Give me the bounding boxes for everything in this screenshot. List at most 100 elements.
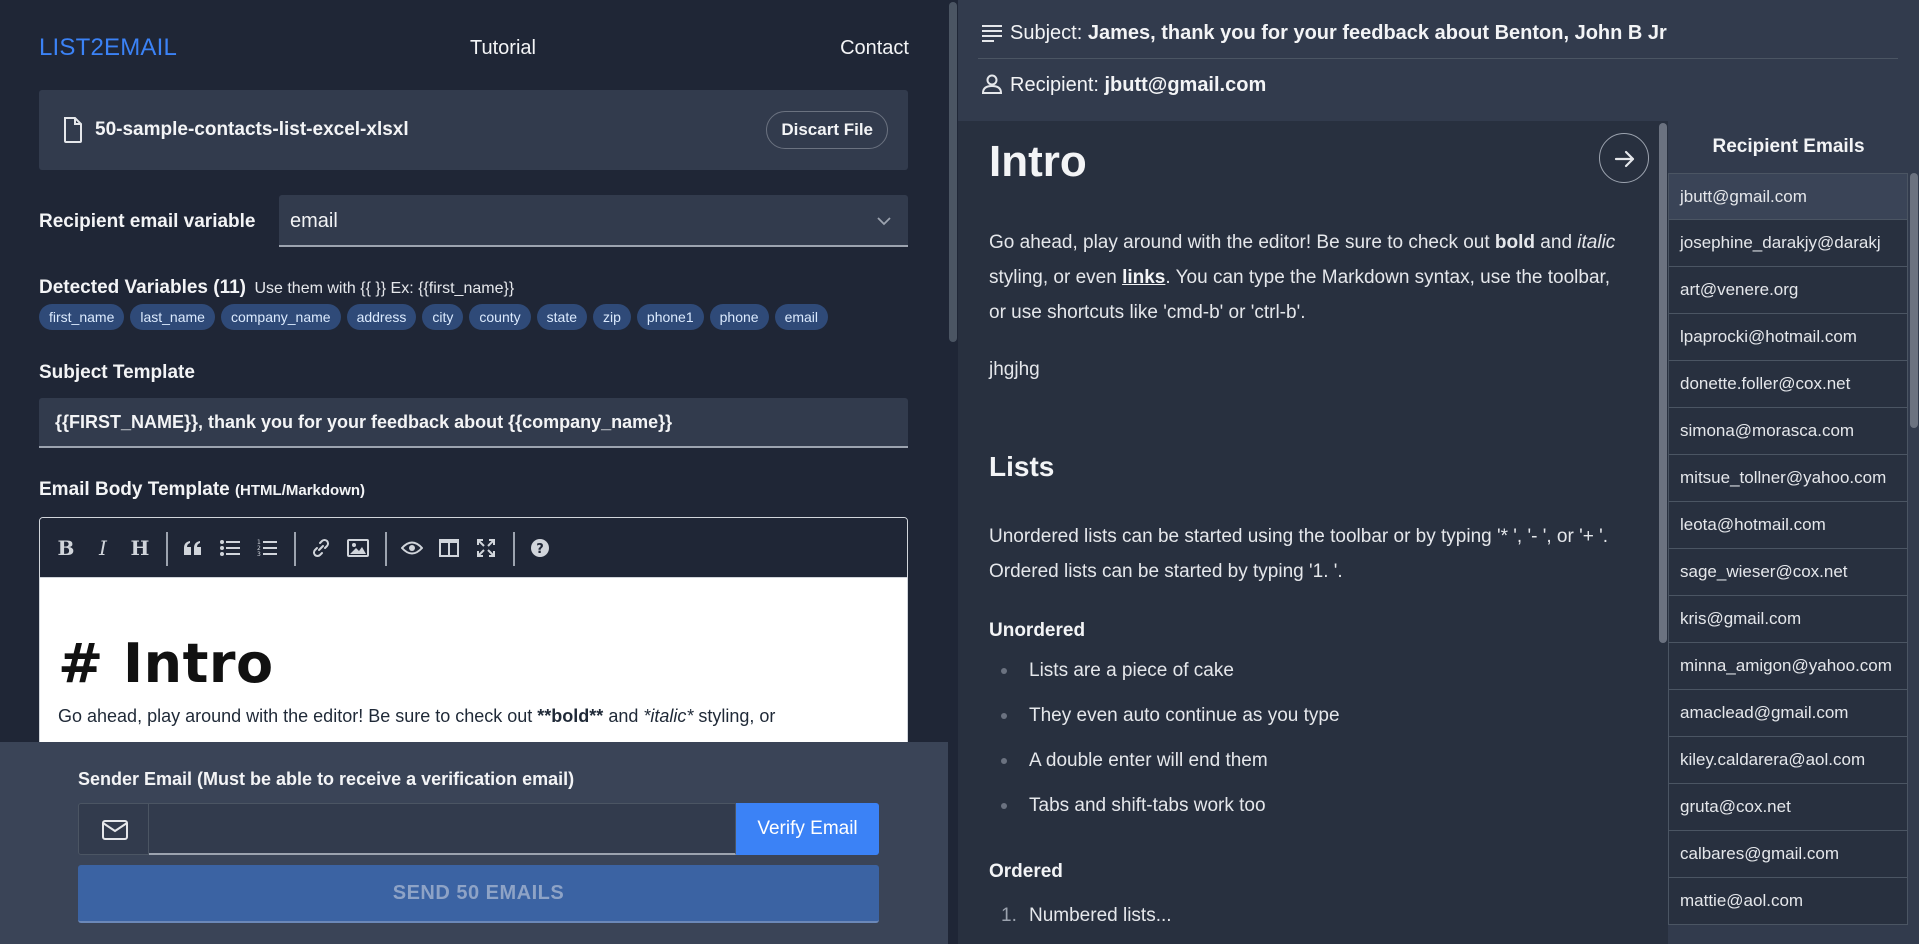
preview-ordered-list: 1. Numbered lists... xyxy=(989,898,1172,933)
chevron-down-icon xyxy=(877,217,891,226)
preview-icon[interactable] xyxy=(397,533,427,563)
variable-chip[interactable]: last_name xyxy=(130,304,215,330)
preview-text-bold: bold xyxy=(1494,232,1536,253)
variable-chip[interactable]: phone1 xyxy=(636,304,704,330)
recipient-variable-value: email xyxy=(290,210,338,232)
recipient-email-item[interactable]: kris@gmail.com xyxy=(1668,596,1908,643)
preview-paragraph: Unordered lists can be started using the… xyxy=(989,526,1608,582)
toolbar-divider xyxy=(166,532,168,566)
variable-chip[interactable]: address xyxy=(346,304,417,330)
recipient-email-item[interactable]: calbares@gmail.com xyxy=(1668,831,1908,878)
quote-icon[interactable] xyxy=(178,533,208,563)
fullscreen-icon[interactable] xyxy=(471,533,501,563)
recipient-email-item[interactable]: leota@hotmail.com xyxy=(1668,502,1908,549)
side-by-side-icon[interactable] xyxy=(434,533,464,563)
sender-section: Sender Email (Must be able to receive a … xyxy=(0,742,950,944)
nav-tutorial-link[interactable]: Tutorial xyxy=(470,37,536,60)
preview-recipient: Recipient: jbutt@gmail.com xyxy=(982,74,1266,97)
recipient-value: jbutt@gmail.com xyxy=(1104,74,1267,96)
file-name: 50-sample-contacts-list-excel-xlsxl xyxy=(95,119,409,140)
recipient-email-item[interactable]: donette.foller@cox.net xyxy=(1668,361,1908,408)
list-item: They even auto continue as you type xyxy=(989,698,1340,743)
recipient-variable-label: Recipient email variable xyxy=(39,211,256,232)
variable-chip[interactable]: company_name xyxy=(220,304,341,330)
image-icon[interactable] xyxy=(343,533,373,563)
preview-subheading-unordered: Unordered xyxy=(989,620,1086,641)
recipient-emails-title: Recipient Emails xyxy=(1712,136,1865,157)
discard-file-button[interactable]: Discart File xyxy=(766,111,888,149)
recipient-email-item[interactable]: lpaprocki@hotmail.com xyxy=(1668,314,1908,361)
editor-toolbar: B I H 123 ? xyxy=(40,518,907,578)
email-preview: Intro Go ahead, play around with the edi… xyxy=(958,121,1658,944)
italic-icon[interactable]: I xyxy=(88,533,118,563)
left-scrollbar[interactable] xyxy=(948,0,958,944)
variable-chip[interactable]: county xyxy=(469,304,531,330)
preview-text: styling, or even xyxy=(989,267,1123,288)
variable-chip[interactable]: city xyxy=(422,304,464,330)
preview-link[interactable]: links xyxy=(1122,267,1165,288)
preview-scrollbar-thumb[interactable] xyxy=(1659,123,1667,643)
variable-chip[interactable]: phone xyxy=(709,304,769,330)
editor-text: Go ahead, play around with the editor! B… xyxy=(58,706,538,726)
help-icon[interactable]: ? xyxy=(525,533,555,563)
recipients-scrollbar-thumb[interactable] xyxy=(1910,173,1918,428)
sender-email-label: Sender Email (Must be able to receive a … xyxy=(78,769,575,789)
body-template-label-text: Email Body Template xyxy=(39,479,230,500)
verify-email-button[interactable]: Verify Email xyxy=(736,803,879,855)
recipient-email-item[interactable]: mattie@aol.com xyxy=(1668,878,1908,925)
link-icon[interactable] xyxy=(306,533,336,563)
recipient-email-item[interactable]: jbutt@gmail.com xyxy=(1668,173,1908,220)
bold-icon[interactable]: B xyxy=(51,533,81,563)
recipient-label: Recipient: xyxy=(1010,74,1099,96)
variable-chip[interactable]: zip xyxy=(593,304,631,330)
variable-chip[interactable]: email xyxy=(774,304,829,330)
preview-paragraph: Go ahead, play around with the editor! B… xyxy=(989,225,1619,330)
detected-variables-header: Detected Variables (11) Use them with {{… xyxy=(39,277,514,299)
body-template-label-suffix: (HTML/Markdown) xyxy=(235,482,366,499)
header-divider xyxy=(978,58,1898,59)
preview-subheading-ordered: Ordered xyxy=(989,861,1063,882)
preview-scrollbar[interactable] xyxy=(1658,121,1668,944)
left-scrollbar-thumb[interactable] xyxy=(949,2,957,342)
recipient-email-item[interactable]: amaclead@gmail.com xyxy=(1668,690,1908,737)
list-item-number: 1. xyxy=(1001,905,1017,926)
subject-template-value: {{FIRST_NAME}}, thank you for your feedb… xyxy=(55,412,673,432)
recipient-variable-select[interactable]: email xyxy=(279,195,908,247)
recipient-email-item[interactable]: mitsue_tollner@yahoo.com xyxy=(1668,455,1908,502)
recipient-emails-list: jbutt@gmail.com josephine_darakjy@darakj… xyxy=(1668,173,1908,925)
recipient-email-item[interactable]: gruta@cox.net xyxy=(1668,784,1908,831)
send-emails-button[interactable]: SEND 50 EMAILS xyxy=(78,865,879,923)
subject-template-input[interactable]: {{FIRST_NAME}}, thank you for your feedb… xyxy=(39,398,908,448)
recipient-email-item[interactable]: simona@morasca.com xyxy=(1668,408,1908,455)
preview-text: Go ahead, play around with the editor! B… xyxy=(989,232,1495,253)
next-recipient-button[interactable] xyxy=(1599,133,1649,183)
sender-email-input[interactable] xyxy=(149,803,736,855)
list-item: Lists are a piece of cake xyxy=(989,653,1340,698)
recipient-email-item[interactable]: minna_amigon@yahoo.com xyxy=(1668,643,1908,690)
editor-text: styling, or xyxy=(693,706,776,726)
svg-text:3: 3 xyxy=(257,551,261,557)
unordered-list-icon[interactable] xyxy=(215,533,245,563)
list-item: A double enter will end them xyxy=(989,743,1340,788)
brand-logo[interactable]: LIST2EMAIL xyxy=(39,34,177,62)
detected-variables-title: Detected Variables (11) xyxy=(39,277,246,298)
preview-heading-lists: Lists xyxy=(989,451,1055,482)
preview-heading-intro: Intro xyxy=(989,137,1087,186)
variable-chip[interactable]: state xyxy=(536,304,587,330)
recipient-email-item[interactable]: josephine_darakjy@darakj xyxy=(1668,220,1908,267)
variable-chip[interactable]: first_name xyxy=(39,304,125,330)
uploaded-file-card: 50-sample-contacts-list-excel-xlsxl Disc… xyxy=(39,90,908,170)
toolbar-divider xyxy=(385,532,387,566)
recipient-email-item[interactable]: art@venere.org xyxy=(1668,267,1908,314)
preview-text-italic: italic xyxy=(1577,232,1616,253)
list-item: 1. Numbered lists... xyxy=(989,898,1172,933)
heading-icon[interactable]: H xyxy=(125,533,155,563)
mail-icon xyxy=(102,820,128,840)
recipient-email-item[interactable]: sage_wieser@cox.net xyxy=(1668,549,1908,596)
ordered-list-icon[interactable]: 123 xyxy=(252,533,282,563)
body-template-label: Email Body Template (HTML/Markdown) xyxy=(39,479,365,501)
nav-contact-link[interactable]: Contact xyxy=(840,37,909,60)
recipients-scrollbar[interactable] xyxy=(1909,173,1919,944)
recipient-email-item[interactable]: kiley.caldarera@aol.com xyxy=(1668,737,1908,784)
editor-text: and xyxy=(603,706,644,726)
